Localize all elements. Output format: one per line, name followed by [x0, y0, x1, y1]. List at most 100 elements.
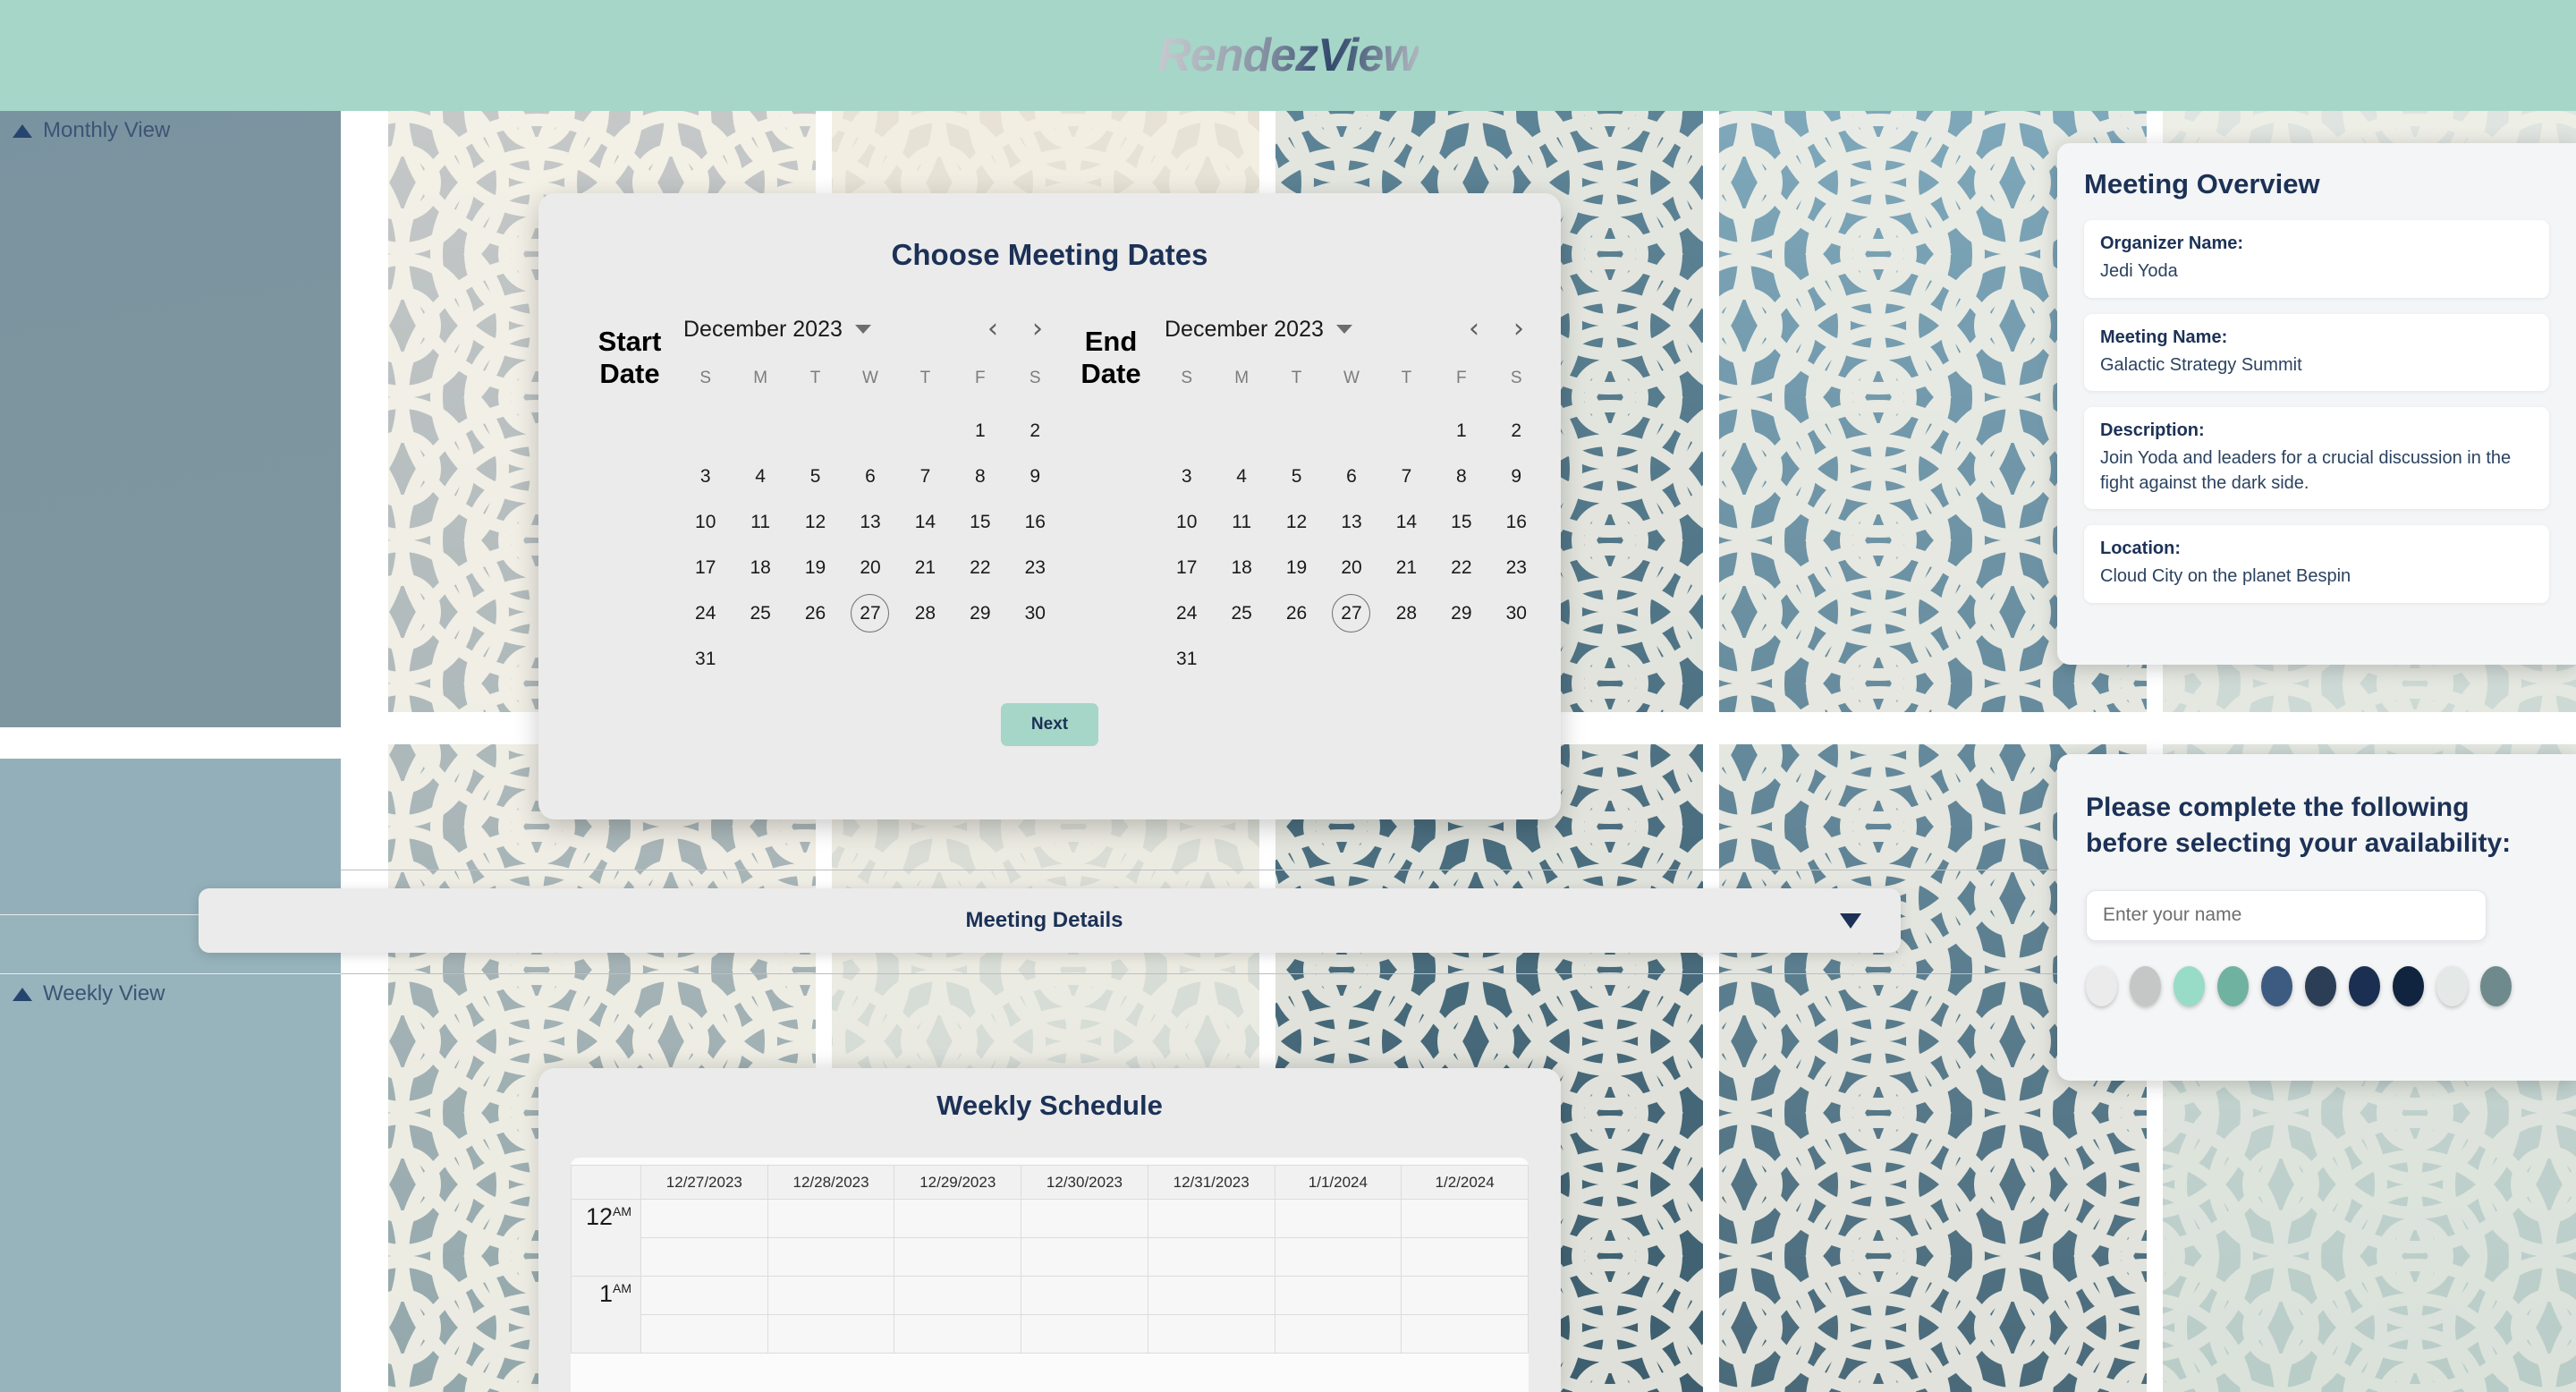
calendar-day-2[interactable]: 2: [1489, 408, 1544, 454]
calendar-day-26[interactable]: 26: [1269, 590, 1324, 636]
calendar-day-31[interactable]: 31: [678, 636, 733, 682]
calendar-day-20[interactable]: 20: [843, 545, 897, 590]
calendar-day-7[interactable]: 7: [898, 454, 953, 499]
weekly-slot[interactable]: [1274, 1314, 1402, 1354]
weekly-slot[interactable]: [640, 1199, 768, 1238]
calendar-day-26[interactable]: 26: [788, 590, 843, 636]
calendar-day-13[interactable]: 13: [843, 499, 897, 545]
chevron-down-icon[interactable]: [1840, 912, 1861, 929]
monthly-view-header[interactable]: Monthly View: [13, 118, 170, 143]
calendar-day-17[interactable]: 17: [1159, 545, 1214, 590]
calendar-day-27[interactable]: 27: [843, 590, 897, 636]
calendar-day-12[interactable]: 12: [1269, 499, 1324, 545]
calendar-day-19[interactable]: 19: [788, 545, 843, 590]
weekly-view-header[interactable]: Weekly View: [13, 981, 165, 1006]
calendar-day-27[interactable]: 27: [1324, 590, 1378, 636]
calendar-day-4[interactable]: 4: [1214, 454, 1268, 499]
chevron-down-icon[interactable]: [854, 325, 871, 334]
color-swatch-2[interactable]: [2174, 965, 2205, 1006]
calendar-day-10[interactable]: 10: [678, 499, 733, 545]
weekly-slot[interactable]: [1147, 1314, 1275, 1354]
weekly-slot[interactable]: [1401, 1314, 1529, 1354]
weekly-schedule-table-wrap[interactable]: 12/27/2023 12/28/2023 12/29/2023 12/30/2023…: [571, 1158, 1529, 1392]
weekly-slot[interactable]: [640, 1276, 768, 1315]
calendar-day-23[interactable]: 23: [1008, 545, 1063, 590]
weekly-slot[interactable]: [894, 1237, 1022, 1277]
calendar-day-14[interactable]: 14: [1379, 499, 1434, 545]
calendar-day-8[interactable]: 8: [953, 454, 1007, 499]
calendar-day-16[interactable]: 16: [1008, 499, 1063, 545]
calendar-day-20[interactable]: 20: [1324, 545, 1378, 590]
name-input[interactable]: [2086, 889, 2487, 941]
weekly-slot[interactable]: [1021, 1237, 1148, 1277]
calendar-day-7[interactable]: 7: [1379, 454, 1434, 499]
calendar-day-30[interactable]: 30: [1008, 590, 1063, 636]
next-month-icon[interactable]: ›: [1513, 316, 1524, 343]
calendar-day-6[interactable]: 6: [843, 454, 897, 499]
calendar-day-25[interactable]: 25: [1214, 590, 1268, 636]
color-swatch-5[interactable]: [2305, 965, 2336, 1006]
weekly-slot[interactable]: [767, 1237, 895, 1277]
color-swatch-6[interactable]: [2349, 965, 2380, 1006]
calendar-day-5[interactable]: 5: [1269, 454, 1324, 499]
calendar-day-21[interactable]: 21: [898, 545, 953, 590]
weekly-slot[interactable]: [1274, 1199, 1402, 1238]
calendar-day-29[interactable]: 29: [1434, 590, 1488, 636]
weekly-slot[interactable]: [1021, 1276, 1148, 1315]
color-swatch-row[interactable]: [2086, 965, 2547, 1006]
color-swatch-1[interactable]: [2130, 965, 2161, 1006]
calendar-day-19[interactable]: 19: [1269, 545, 1324, 590]
weekly-slot[interactable]: [767, 1199, 895, 1238]
end-calendar-days[interactable]: 1 2 3 4 5 6 7 8 9 10 11 12 13 14 15 16 17 18 19 20 21 22 23 24 2…: [1159, 408, 1544, 682]
color-swatch-0[interactable]: [2086, 965, 2117, 1006]
weekly-slot[interactable]: [1147, 1237, 1275, 1277]
weekly-slot[interactable]: [1021, 1314, 1148, 1354]
weekly-slot[interactable]: [640, 1237, 768, 1277]
meeting-details-accordion[interactable]: Meeting Details: [199, 888, 1901, 953]
calendar-day-17[interactable]: 17: [678, 545, 733, 590]
start-calendar-days[interactable]: 1 2 3 4 5 6 7 8 9 10 11 12 13 14 15 16 17 18 19 20 21 22 23 24 2…: [678, 408, 1063, 682]
start-date-calendar[interactable]: December 2023 ‹ › SMTWTFS 1 2 3 4 5 6 7 8 9 10 11 1…: [678, 310, 1063, 682]
calendar-day-28[interactable]: 28: [898, 590, 953, 636]
weekly-slot[interactable]: [1274, 1237, 1402, 1277]
calendar-day-13[interactable]: 13: [1324, 499, 1378, 545]
weekly-slot[interactable]: [1401, 1276, 1529, 1315]
color-swatch-4[interactable]: [2261, 965, 2292, 1006]
calendar-day-11[interactable]: 11: [733, 499, 787, 545]
weekly-schedule-body[interactable]: 12AM 1AM: [571, 1199, 1529, 1354]
calendar-day-14[interactable]: 14: [898, 499, 953, 545]
calendar-day-9[interactable]: 9: [1489, 454, 1544, 499]
monthly-view-panel[interactable]: Monthly View: [0, 111, 341, 727]
calendar-day-5[interactable]: 5: [788, 454, 843, 499]
calendar-day-9[interactable]: 9: [1008, 454, 1063, 499]
calendar-day-12[interactable]: 12: [788, 499, 843, 545]
calendar-day-22[interactable]: 22: [953, 545, 1007, 590]
weekly-view-panel[interactable]: Weekly View: [0, 973, 341, 1392]
calendar-day-31[interactable]: 31: [1159, 636, 1214, 682]
calendar-day-3[interactable]: 3: [1159, 454, 1214, 499]
weekly-slot[interactable]: [894, 1314, 1022, 1354]
weekly-slot[interactable]: [1021, 1199, 1148, 1238]
calendar-day-29[interactable]: 29: [953, 590, 1007, 636]
weekly-slot[interactable]: [894, 1276, 1022, 1315]
calendar-day-15[interactable]: 15: [1434, 499, 1488, 545]
prev-month-icon[interactable]: ‹: [987, 316, 998, 343]
calendar-day-1[interactable]: 1: [953, 408, 1007, 454]
weekly-slot[interactable]: [767, 1314, 895, 1354]
calendar-day-25[interactable]: 25: [733, 590, 787, 636]
color-swatch-7[interactable]: [2393, 965, 2424, 1006]
weekly-slot[interactable]: [640, 1314, 768, 1354]
calendar-day-28[interactable]: 28: [1379, 590, 1434, 636]
calendar-day-16[interactable]: 16: [1489, 499, 1544, 545]
prev-month-icon[interactable]: ‹: [1469, 316, 1479, 343]
weekly-slot[interactable]: [767, 1276, 895, 1315]
color-swatch-8[interactable]: [2436, 965, 2468, 1006]
calendar-day-18[interactable]: 18: [1214, 545, 1268, 590]
next-button[interactable]: Next: [1000, 703, 1099, 746]
weekly-slot[interactable]: [1401, 1237, 1529, 1277]
start-month-label[interactable]: December 2023: [683, 317, 843, 343]
calendar-day-11[interactable]: 11: [1214, 499, 1268, 545]
calendar-day-23[interactable]: 23: [1489, 545, 1544, 590]
next-month-icon[interactable]: ›: [1032, 316, 1043, 343]
calendar-day-21[interactable]: 21: [1379, 545, 1434, 590]
